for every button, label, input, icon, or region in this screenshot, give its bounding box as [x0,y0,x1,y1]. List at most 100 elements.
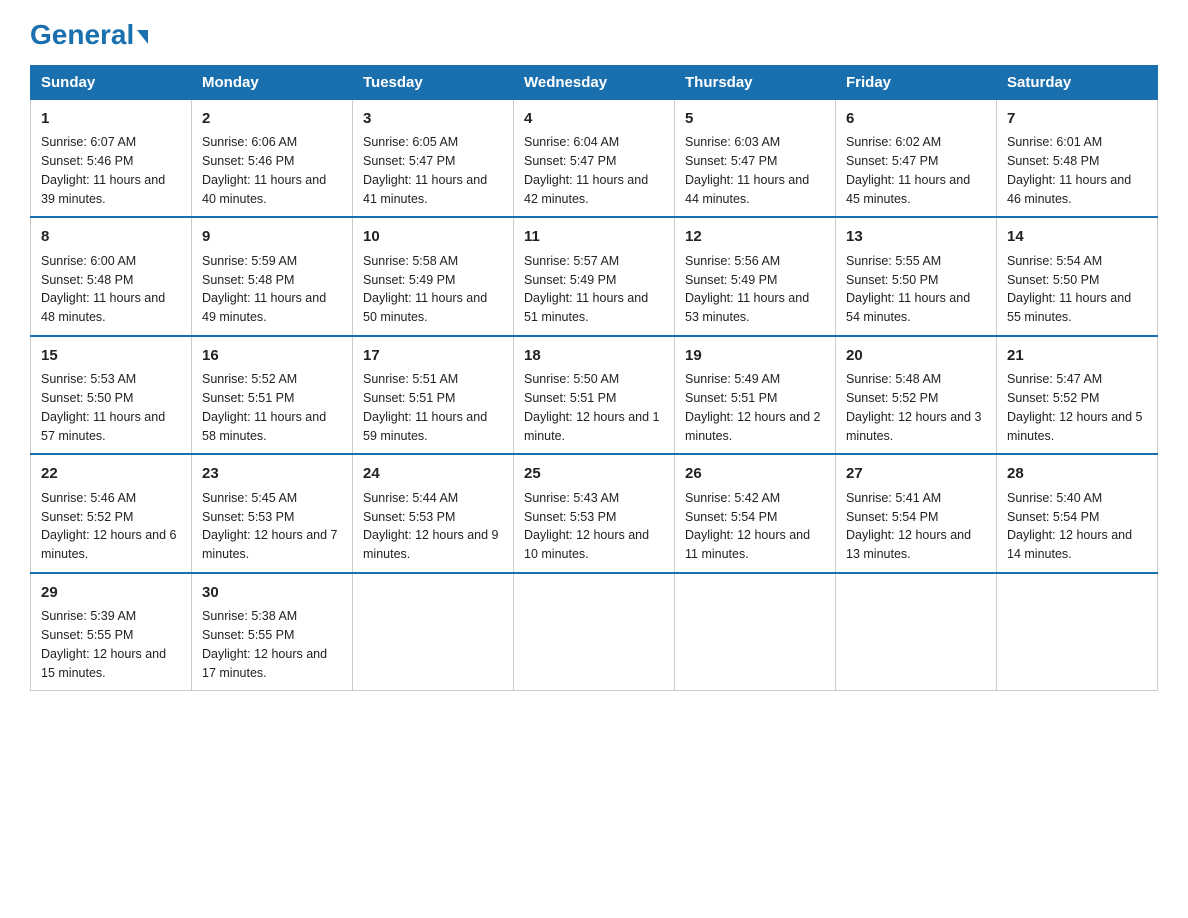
sunset-text: Sunset: 5:54 PM [685,510,777,524]
day-number: 26 [685,463,825,486]
calendar-week-row: 15Sunrise: 5:53 AMSunset: 5:50 PMDayligh… [31,336,1158,455]
header-wednesday: Wednesday [514,65,675,99]
day-number: 8 [41,226,181,249]
sunset-text: Sunset: 5:47 PM [846,154,938,168]
daylight-text: Daylight: 12 hours and 7 minutes. [202,528,338,561]
header-thursday: Thursday [675,65,836,99]
sunset-text: Sunset: 5:52 PM [1007,391,1099,405]
calendar-cell: 8 Sunrise: 6:00 AM Sunset: 5:48 PM Daylight… [31,217,192,336]
day-number: 13 [846,226,986,249]
day-number: 25 [524,463,664,486]
calendar-header-row: SundayMondayTuesdayWednesdayThursdayFrid… [31,65,1158,99]
sunrise-text: Sunrise: 5:57 AM [524,254,619,268]
header-friday: Friday [836,65,997,99]
daylight-text: Daylight: 11 hours and 49 minutes. [202,291,326,324]
calendar-cell: 3Sunrise: 6:05 AMSunset: 5:47 PMDaylight… [353,99,514,217]
sunrise-text: Sunrise: 5:39 AM [41,609,136,623]
daylight-text: Daylight: 12 hours and 11 minutes. [685,528,810,561]
sunset-text: Sunset: 5:48 PM [41,273,133,287]
calendar-week-row: 8 Sunrise: 6:00 AM Sunset: 5:48 PM Daylight… [31,217,1158,336]
day-number: 17 [363,345,503,368]
sunrise-text: Sunrise: 5:41 AM [846,491,941,505]
calendar-cell: 24Sunrise: 5:44 AMSunset: 5:53 PMDayligh… [353,454,514,573]
day-number: 30 [202,582,342,605]
sunrise-text: Sunrise: 6:04 AM [524,135,619,149]
sunset-text: Sunset: 5:51 PM [202,391,294,405]
day-number: 11 [524,226,664,249]
calendar-cell: 13Sunrise: 5:55 AMSunset: 5:50 PMDayligh… [836,217,997,336]
logo: General [30,20,148,47]
calendar-cell: 2Sunrise: 6:06 AMSunset: 5:46 PMDaylight… [192,99,353,217]
calendar-cell: 30Sunrise: 5:38 AMSunset: 5:55 PMDayligh… [192,573,353,691]
sunset-text: Sunset: 5:53 PM [202,510,294,524]
calendar-cell: 1Sunrise: 6:07 AMSunset: 5:46 PMDaylight… [31,99,192,217]
sunrise-text: Sunrise: 5:54 AM [1007,254,1102,268]
day-number: 22 [41,463,181,486]
sunset-text: Sunset: 5:51 PM [524,391,616,405]
sunset-text: Sunset: 5:48 PM [202,273,294,287]
sunrise-text: Sunrise: 5:59 AM [202,254,297,268]
daylight-text: Daylight: 11 hours and 39 minutes. [41,173,165,206]
calendar-cell: 5Sunrise: 6:03 AMSunset: 5:47 PMDaylight… [675,99,836,217]
daylight-text: Daylight: 11 hours and 59 minutes. [363,410,487,443]
sunset-text: Sunset: 5:50 PM [41,391,133,405]
daylight-text: Daylight: 11 hours and 57 minutes. [41,410,165,443]
sunset-text: Sunset: 5:49 PM [363,273,455,287]
daylight-text: Daylight: 12 hours and 3 minutes. [846,410,982,443]
day-number: 12 [685,226,825,249]
sunrise-text: Sunrise: 5:58 AM [363,254,458,268]
day-number: 19 [685,345,825,368]
sunrise-text: Sunrise: 5:46 AM [41,491,136,505]
calendar-table: SundayMondayTuesdayWednesdayThursdayFrid… [30,65,1158,692]
day-number: 20 [846,345,986,368]
calendar-cell: 17Sunrise: 5:51 AMSunset: 5:51 PMDayligh… [353,336,514,455]
daylight-text: Daylight: 11 hours and 45 minutes. [846,173,970,206]
day-number: 29 [41,582,181,605]
calendar-cell: 10Sunrise: 5:58 AMSunset: 5:49 PMDayligh… [353,217,514,336]
calendar-cell: 14Sunrise: 5:54 AMSunset: 5:50 PMDayligh… [997,217,1158,336]
sunset-text: Sunset: 5:50 PM [1007,273,1099,287]
sunset-text: Sunset: 5:48 PM [1007,154,1099,168]
daylight-text: Daylight: 11 hours and 55 minutes. [1007,291,1131,324]
daylight-text: Daylight: 12 hours and 9 minutes. [363,528,499,561]
day-number: 27 [846,463,986,486]
sunset-text: Sunset: 5:52 PM [41,510,133,524]
header-monday: Monday [192,65,353,99]
day-number: 15 [41,345,181,368]
calendar-cell [675,573,836,691]
sunset-text: Sunset: 5:47 PM [363,154,455,168]
sunrise-text: Sunrise: 5:48 AM [846,372,941,386]
daylight-text: Daylight: 11 hours and 41 minutes. [363,173,487,206]
daylight-text: Daylight: 11 hours and 48 minutes. [41,291,165,324]
calendar-cell: 27Sunrise: 5:41 AMSunset: 5:54 PMDayligh… [836,454,997,573]
sunset-text: Sunset: 5:49 PM [685,273,777,287]
sunrise-text: Sunrise: 6:01 AM [1007,135,1102,149]
daylight-text: Daylight: 12 hours and 10 minutes. [524,528,649,561]
calendar-cell [997,573,1158,691]
day-number: 18 [524,345,664,368]
day-number: 2 [202,108,342,131]
sunset-text: Sunset: 5:53 PM [524,510,616,524]
day-number: 16 [202,345,342,368]
calendar-cell: 19Sunrise: 5:49 AMSunset: 5:51 PMDayligh… [675,336,836,455]
calendar-cell: 6Sunrise: 6:02 AMSunset: 5:47 PMDaylight… [836,99,997,217]
daylight-text: Daylight: 11 hours and 54 minutes. [846,291,970,324]
day-number: 24 [363,463,503,486]
calendar-cell: 22Sunrise: 5:46 AMSunset: 5:52 PMDayligh… [31,454,192,573]
sunrise-text: Sunrise: 6:00 AM [41,254,136,268]
logo-general: General [30,19,134,50]
calendar-cell: 11Sunrise: 5:57 AMSunset: 5:49 PMDayligh… [514,217,675,336]
calendar-cell: 28Sunrise: 5:40 AMSunset: 5:54 PMDayligh… [997,454,1158,573]
calendar-cell: 26Sunrise: 5:42 AMSunset: 5:54 PMDayligh… [675,454,836,573]
page-header: General [30,20,1158,47]
logo-arrow-icon [137,30,148,44]
daylight-text: Daylight: 12 hours and 15 minutes. [41,647,166,680]
day-number: 9 [202,226,342,249]
calendar-cell: 23Sunrise: 5:45 AMSunset: 5:53 PMDayligh… [192,454,353,573]
calendar-cell: 7Sunrise: 6:01 AMSunset: 5:48 PMDaylight… [997,99,1158,217]
daylight-text: Daylight: 11 hours and 50 minutes. [363,291,487,324]
sunset-text: Sunset: 5:52 PM [846,391,938,405]
sunrise-text: Sunrise: 5:50 AM [524,372,619,386]
calendar-cell: 15Sunrise: 5:53 AMSunset: 5:50 PMDayligh… [31,336,192,455]
daylight-text: Daylight: 12 hours and 1 minute. [524,410,660,443]
